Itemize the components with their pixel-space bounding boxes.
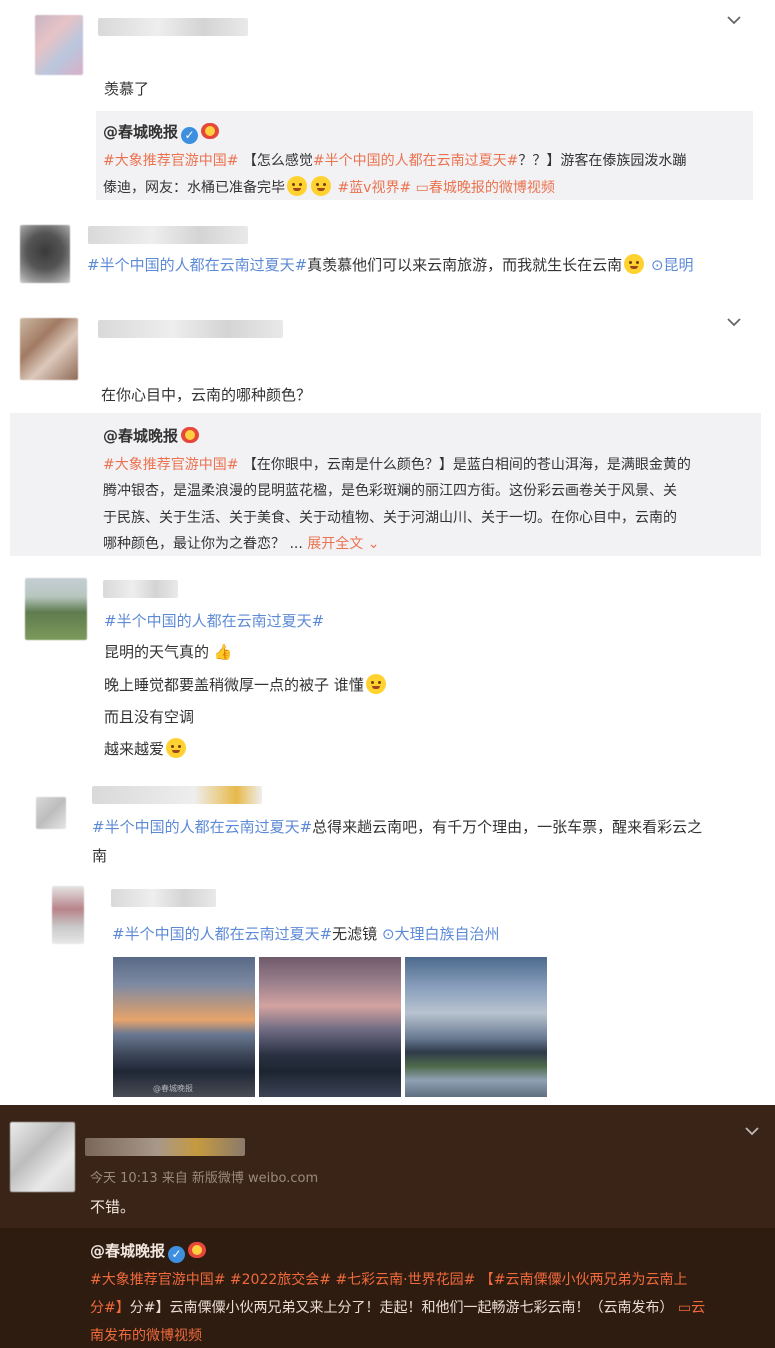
- topic-link[interactable]: #大象推荐官游中国#: [103, 153, 238, 169]
- comment-text: 羡慕了: [104, 80, 150, 98]
- comment-text: 昆明的天气真的 👍: [104, 643, 233, 661]
- verified-icon: ✓: [181, 127, 199, 144]
- video-link[interactable]: 云: [691, 1300, 705, 1316]
- quoted-text: #大象推荐官游中国# 【怎么感觉#半个中国的人都在云南过夏天#？？】游客在傣族园…: [103, 153, 687, 169]
- topic-link[interactable]: #半个中国的人都在云南过夏天#: [87, 256, 307, 274]
- comment-text: 晚上睡觉都要盖稍微厚一点的被子 谁懂: [104, 674, 388, 695]
- video-link[interactable]: 南发布的微博视频: [90, 1325, 202, 1345]
- username[interactable]: [98, 320, 283, 338]
- reply-text: 南: [92, 847, 108, 865]
- expand-link[interactable]: 展开全文: [307, 536, 363, 552]
- username[interactable]: [92, 786, 262, 804]
- avatar[interactable]: [10, 1122, 75, 1192]
- username[interactable]: [98, 18, 248, 36]
- crown-icon: [181, 427, 200, 443]
- username[interactable]: [88, 226, 248, 244]
- video-link[interactable]: 春城晚报的微博视频: [429, 180, 555, 196]
- avatar[interactable]: [20, 225, 70, 283]
- emoji-icon: [311, 176, 331, 196]
- quoted-text: 哪种颜色，最让你为之眷恋？ ... 展开全文 ⌄: [103, 536, 380, 552]
- reply-text: #半个中国的人都在云南过夏天#真羡慕他们可以来云南旅游，而我就生长在云南 ⊙昆明: [87, 254, 694, 274]
- quoted-text: 腾冲银杏，是温柔浪漫的昆明蓝花楹，是色彩斑斓的丽江四方街。这份彩云画卷关于风景、…: [103, 483, 677, 499]
- crown-icon: [201, 123, 220, 139]
- avatar[interactable]: [52, 886, 84, 944]
- emoji-icon: [166, 738, 187, 758]
- chevron-down-icon[interactable]: [727, 316, 741, 328]
- chevron-down-icon[interactable]: ⌄: [363, 536, 380, 552]
- topic-link[interactable]: #半个中国的人都在云南过夏天#: [104, 610, 324, 631]
- quoted-author[interactable]: @春城晚报 ✓: [90, 1240, 207, 1263]
- username[interactable]: [103, 580, 178, 598]
- username[interactable]: [85, 1138, 245, 1156]
- comment-text: #半个中国的人都在云南过夏天#无滤镜 ⊙大理白族自治州: [112, 925, 500, 943]
- location-link[interactable]: 昆明: [664, 256, 694, 274]
- quoted-author[interactable]: @春城晚报 ✓: [103, 121, 220, 144]
- topic-link[interactable]: #大象推荐官游中国#: [103, 457, 238, 473]
- crown-icon: [188, 1242, 207, 1258]
- comment-text: 而且没有空调: [104, 708, 195, 726]
- video-icon: ▭: [677, 1300, 692, 1316]
- topic-link[interactable]: #半个中国的人都在云南过夏天#: [92, 818, 312, 836]
- location-link[interactable]: 大理白族自治州: [395, 925, 500, 943]
- avatar[interactable]: [20, 318, 78, 380]
- quoted-author[interactable]: @春城晚报: [103, 425, 200, 446]
- comment-text: 越来越爱: [104, 738, 188, 759]
- username[interactable]: [111, 889, 216, 907]
- quoted-text: #大象推荐官游中国# 【在你眼中，云南是什么颜色？】是蓝白相间的苍山洱海，是满眼…: [103, 457, 691, 473]
- photo-thumbnail[interactable]: @春城晚报: [113, 957, 255, 1097]
- avatar[interactable]: [36, 797, 66, 829]
- location-icon: ⊙: [381, 925, 395, 943]
- emoji-icon: [624, 254, 645, 274]
- photo-thumbnail[interactable]: [405, 957, 547, 1097]
- photo-thumbnail[interactable]: [259, 957, 401, 1097]
- emoji-icon: [287, 176, 307, 196]
- comment-text: 在你心目中，云南的哪种颜色？: [101, 386, 312, 404]
- quoted-text: #大象推荐官游中国# #2022旅交会# #七彩云南·世界花园# 【#云南傈僳小…: [90, 1272, 688, 1288]
- topic-link[interactable]: #半个中国的人都在云南过夏天#: [112, 925, 332, 943]
- quoted-text: 傣迪，网友：水桶已准备完毕 #蓝v视界# ▭春城晚报的微博视频: [103, 176, 555, 197]
- video-icon: ▭: [415, 180, 429, 196]
- topic-link[interactable]: #半个中国的人都在云南过夏天#: [313, 153, 518, 169]
- thumbs-up-icon: 👍: [209, 643, 233, 661]
- verified-icon: ✓: [168, 1246, 186, 1263]
- chevron-down-icon[interactable]: [727, 14, 741, 26]
- topic-link[interactable]: #蓝v视界#: [337, 180, 411, 196]
- quoted-text: 于民族、关于生活、关于美食、关于动植物、关于河湖山川、关于一切。在你心目中，云南…: [103, 510, 677, 526]
- avatar[interactable]: [35, 15, 83, 75]
- comment-text: 不错。: [90, 1198, 136, 1216]
- comment-meta: 今天 10:13 来自 新版微博 weibo.com: [90, 1171, 319, 1186]
- reply-text: #半个中国的人都在云南过夏天#总得来趟云南吧，有千万个理由，一张车票，醒来看彩云…: [92, 818, 703, 836]
- emoji-icon: [365, 674, 386, 694]
- location-icon: ⊙: [650, 256, 664, 274]
- chevron-down-icon[interactable]: [745, 1125, 759, 1137]
- avatar[interactable]: [25, 578, 87, 640]
- watermark: @春城晚报: [153, 1084, 193, 1093]
- quoted-text: 分#】分#】云南傈僳小伙两兄弟又来上分了！走起！和他们一起畅游七彩云南！（云南发…: [90, 1300, 706, 1316]
